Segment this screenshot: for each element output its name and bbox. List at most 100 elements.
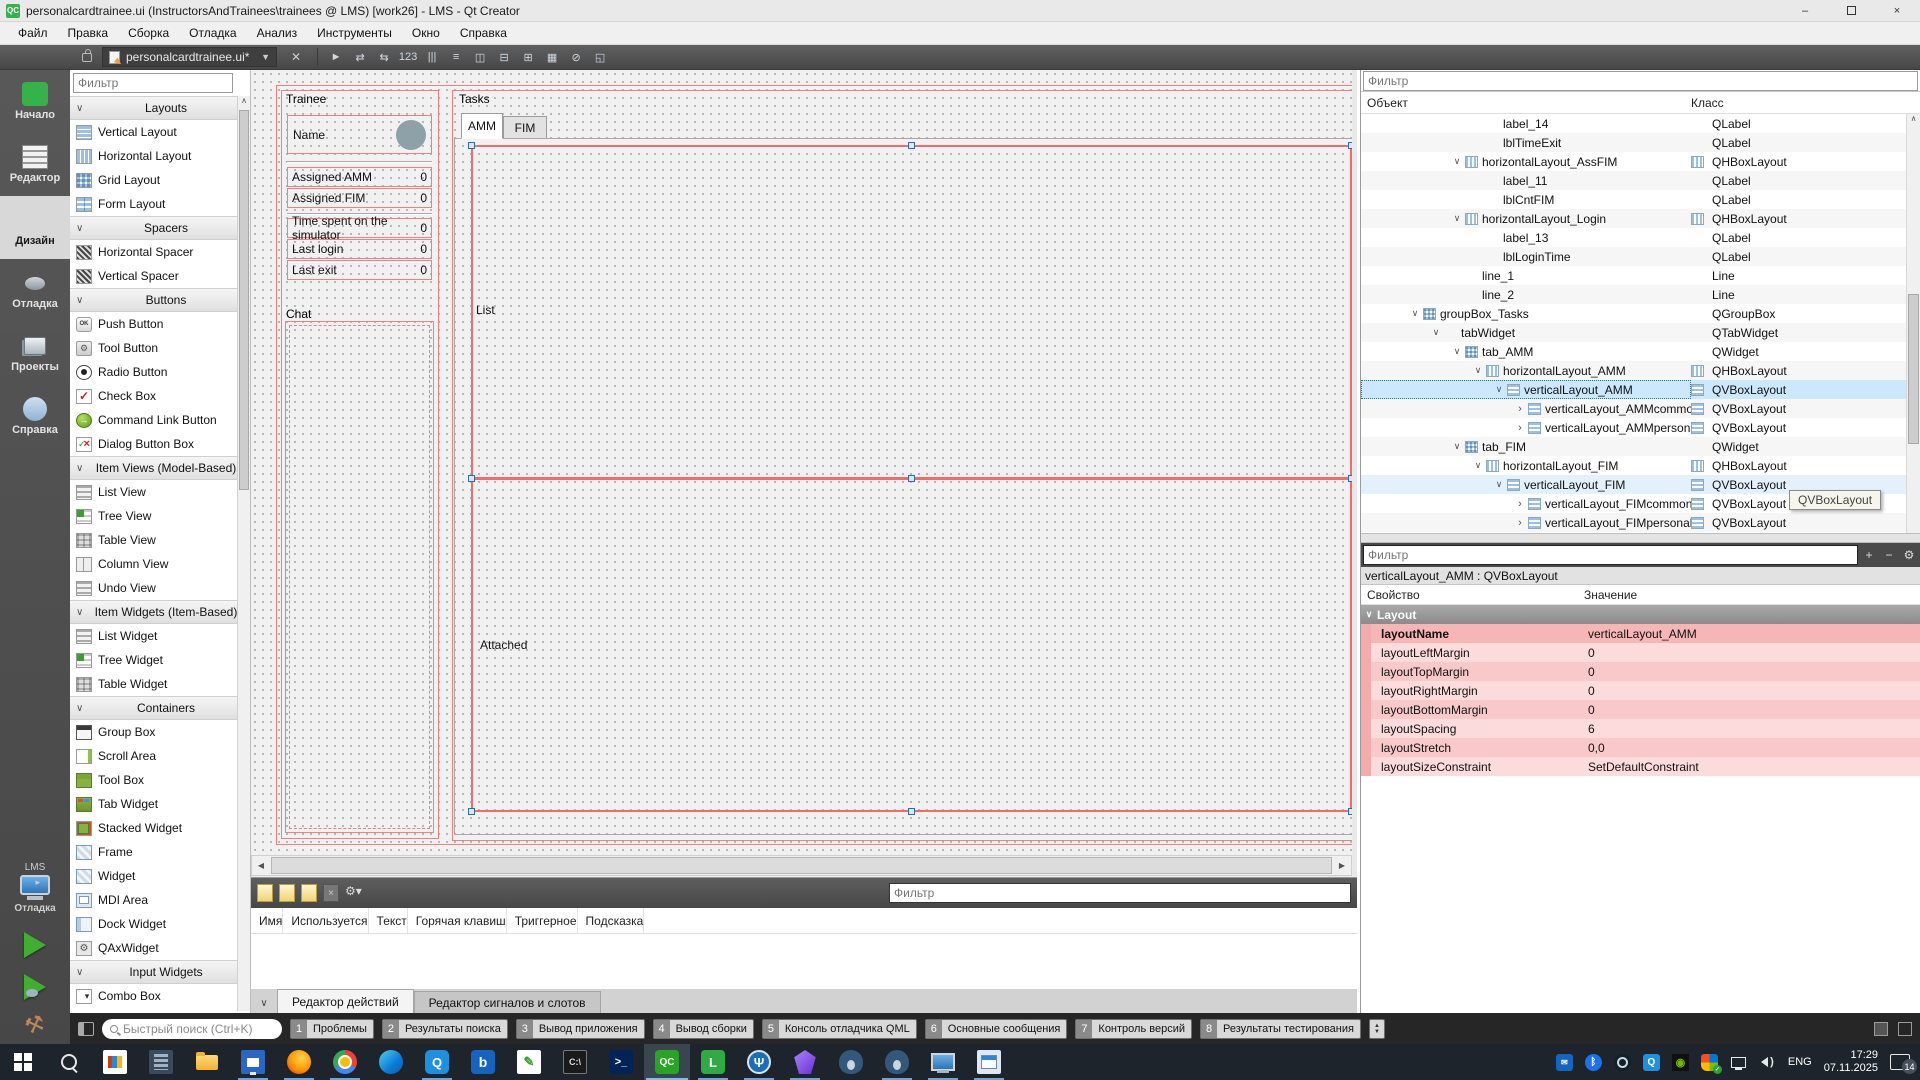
widget-box-filter-input[interactable] [73, 73, 233, 93]
widget-box-row[interactable]: ∨ Group Box [70, 720, 250, 744]
trainee-stat-row[interactable]: Assigned AMM 0 [287, 167, 432, 187]
clock[interactable]: 17:29 07.11.2025 [1824, 1049, 1878, 1075]
edit-action-icon[interactable] [279, 884, 295, 902]
object-tree-row[interactable]: verticalLayout_AMMpersonal QVBoxLayout [1361, 418, 1920, 437]
backup-app-icon[interactable] [230, 1044, 276, 1080]
lms-app-icon[interactable] [690, 1044, 736, 1080]
postgresql-icon[interactable] [828, 1044, 874, 1080]
edge-icon[interactable] [368, 1044, 414, 1080]
widget-box-row[interactable]: ∨ Grid Layout [70, 168, 250, 192]
selection-handle[interactable] [468, 475, 475, 482]
action-column-header[interactable]: Текст [369, 908, 408, 933]
tray-steam-icon[interactable] [1614, 1054, 1631, 1071]
expand-chevron-icon[interactable] [1428, 327, 1444, 338]
obsidian-icon[interactable] [782, 1044, 828, 1080]
trainee-stat-row[interactable]: Last exit 0 [287, 260, 432, 280]
trainee-stat-row[interactable]: Last login 0 [287, 239, 432, 259]
mode-tab[interactable]: Проекты [0, 322, 70, 385]
widget-box-row[interactable]: ∨ QAxWidget [70, 936, 250, 960]
output-pane-button[interactable]: 8 Результаты тестирования [1200, 1019, 1361, 1039]
property-row[interactable]: layoutStretch 0,0 [1361, 738, 1920, 757]
selection-handle[interactable] [1348, 808, 1352, 815]
widget-box-row[interactable]: ∨ Tab Widget [70, 792, 250, 816]
language-indicator[interactable]: ENG [1788, 1056, 1812, 1068]
notes-app-icon[interactable] [506, 1044, 552, 1080]
chat-group-box[interactable] [285, 321, 434, 833]
widget-box-row[interactable]: ∨ List View [70, 480, 250, 504]
output-panes-icon[interactable] [1898, 1022, 1912, 1036]
object-tree-row[interactable]: lblCntFIM QLabel [1361, 190, 1920, 209]
edit-tab-order-icon[interactable]: 123 [398, 48, 418, 66]
debug-run-button[interactable] [24, 974, 46, 1000]
mode-tab[interactable]: Начало [0, 70, 70, 133]
action-column-header[interactable]: Используется [283, 908, 368, 933]
close-document-button[interactable]: ✕ [291, 50, 301, 64]
tab-fim[interactable]: FIM [503, 116, 547, 139]
selection-handle[interactable] [908, 808, 915, 815]
vm-window-icon[interactable] [966, 1044, 1012, 1080]
widget-box-row[interactable]: ∨ Check Box [70, 384, 250, 408]
expand-chevron-icon[interactable] [1512, 422, 1528, 434]
trainee-stat-row[interactable]: Time spent on the simulator 0 [287, 218, 432, 238]
widget-box-row[interactable]: ∨ Spacers [70, 216, 250, 240]
expand-chevron-icon[interactable] [1470, 460, 1486, 471]
widget-box-row[interactable]: ∨ Form Layout [70, 192, 250, 216]
mode-tab[interactable]: Редактор [0, 133, 70, 196]
widget-box-row[interactable]: ∨ Horizontal Spacer [70, 240, 250, 264]
expand-chevron-icon[interactable] [1449, 213, 1465, 224]
cmd-icon[interactable] [552, 1044, 598, 1080]
widget-box-row[interactable]: ∨ Dock Widget [70, 912, 250, 936]
widget-box-row[interactable]: ∨ Column View [70, 552, 250, 576]
expand-chevron-icon[interactable] [1512, 517, 1528, 529]
expand-chevron-icon[interactable] [1407, 308, 1423, 319]
property-row[interactable]: layoutSizeConstraint SetDefaultConstrain… [1361, 757, 1920, 776]
action-column-header[interactable]: Подсказка [578, 908, 645, 933]
selection-handle[interactable] [1348, 475, 1352, 482]
layout-form-icon[interactable]: ⊞ [518, 48, 538, 66]
calculator-app-icon[interactable] [138, 1044, 184, 1080]
property-value[interactable]: 0 [1584, 684, 1595, 698]
property-value[interactable]: SetDefaultConstraint [1584, 760, 1699, 774]
edit-widgets-icon[interactable]: ► [326, 48, 346, 66]
object-tree-row[interactable]: horizontalLayout_Login QHBoxLayout [1361, 209, 1920, 228]
powershell-icon[interactable] [598, 1044, 644, 1080]
dbeaver-icon[interactable] [736, 1044, 782, 1080]
widget-box-row[interactable]: ∨ Tool Box [70, 768, 250, 792]
object-tree-row[interactable]: verticalLayout_AMM QVBoxLayout [1361, 380, 1920, 399]
widget-box-row[interactable]: ∨ Item Views (Model-Based) [70, 456, 250, 480]
widget-box-row[interactable]: ∨ Scroll Area [70, 744, 250, 768]
object-tree-row[interactable]: label_14 QLabel [1361, 114, 1920, 133]
pane-spinner-button[interactable]: ▲▼ [1369, 1019, 1385, 1039]
object-tree-row[interactable]: line_1 Line [1361, 266, 1920, 285]
layout-grid-icon[interactable]: ▦ [542, 48, 562, 66]
object-tree-row[interactable]: label_11 QLabel [1361, 171, 1920, 190]
expand-chevron-icon[interactable] [1449, 441, 1465, 452]
tray-defender-icon[interactable] [1701, 1054, 1718, 1071]
toggle-sidebar-icon[interactable] [78, 1022, 94, 1036]
object-column-header[interactable]: Объект [1361, 96, 1691, 110]
chrome-icon[interactable] [322, 1044, 368, 1080]
menu-item[interactable]: Окно [402, 23, 450, 43]
presentation-app-icon[interactable] [92, 1044, 138, 1080]
tray-nvidia-icon[interactable] [1672, 1054, 1689, 1071]
widget-box-row[interactable]: ∨ Frame [70, 840, 250, 864]
add-property-button[interactable]: + [1860, 546, 1878, 564]
property-row[interactable]: layoutTopMargin 0 [1361, 662, 1920, 681]
property-row[interactable]: layoutSpacing 6 [1361, 719, 1920, 738]
edit-buddies-icon[interactable]: ⇆ [374, 48, 394, 66]
widget-box-row[interactable]: ∨ Dialog Button Box [70, 432, 250, 456]
object-tree-row[interactable]: verticalLayout_AMMcommon QVBoxLayout [1361, 399, 1920, 418]
widget-box-row[interactable]: ∨ Input Widgets [70, 960, 250, 984]
mode-tab[interactable]: Справка [0, 385, 70, 448]
close-button[interactable]: × [1874, 0, 1920, 22]
trainee-group-box[interactable]: Trainee Name Assigned AMM 0 Assigned FIM… [281, 90, 439, 839]
property-row[interactable]: layoutBottomMargin 0 [1361, 700, 1920, 719]
property-filter-input[interactable] [1363, 545, 1858, 565]
output-pane-button[interactable]: 2 Результаты поиска [382, 1019, 508, 1039]
class-column-header[interactable]: Класс [1691, 96, 1724, 110]
dock-tab[interactable]: Редактор сигналов и слотов [414, 991, 601, 1013]
firefox-icon[interactable] [276, 1044, 322, 1080]
scrollbar-thumb[interactable] [271, 857, 1332, 874]
edit-signals-slots-icon[interactable]: ⇄ [350, 48, 370, 66]
canvas-horizontal-scrollbar[interactable]: ◀ ▶ [251, 855, 1352, 876]
